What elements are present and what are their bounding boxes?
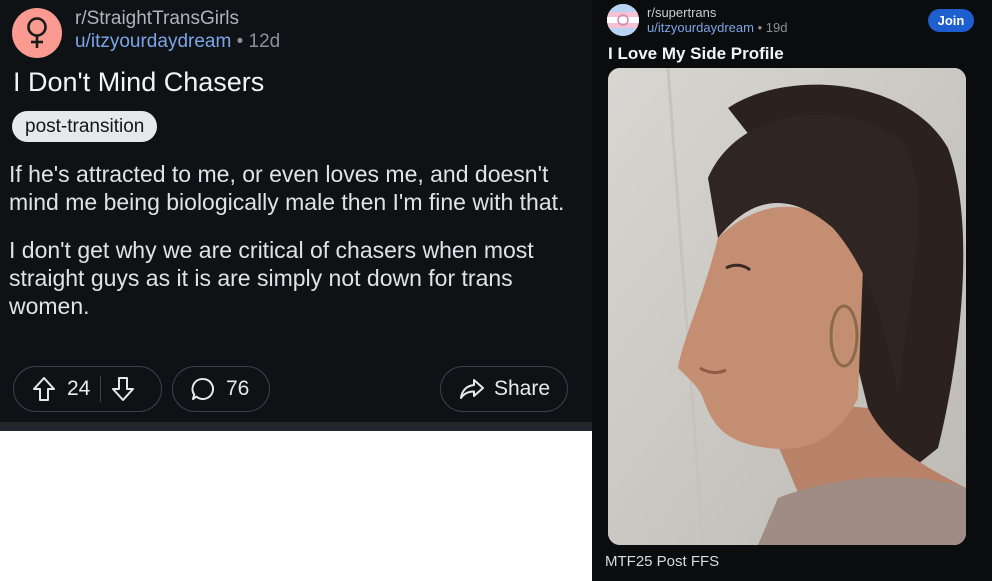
username-link[interactable]: u/itzyourdaydream	[75, 31, 231, 52]
post-age: 12d	[248, 31, 281, 52]
share-label: Share	[494, 377, 551, 400]
post-title[interactable]: I Don't Mind Chasers	[13, 67, 264, 98]
meta-separator: •	[236, 31, 244, 52]
downvote-icon[interactable]	[111, 376, 135, 402]
post-meta: u/itzyourdaydream • 19d	[647, 20, 787, 35]
comments-button[interactable]: 76	[172, 366, 270, 412]
female-symbol-icon	[27, 17, 47, 48]
post-meta: u/itzyourdaydream • 12d	[75, 31, 280, 53]
share-button[interactable]: Share	[440, 366, 568, 412]
post-age: 19d	[765, 20, 788, 35]
post-card-left[interactable]: r/StraightTransGirls u/itzyourdaydream •…	[0, 0, 592, 431]
subreddit-avatar[interactable]	[12, 8, 62, 58]
share-icon	[460, 379, 484, 399]
meta-separator: •	[757, 20, 763, 35]
username-link[interactable]: u/itzyourdaydream	[647, 20, 754, 35]
subreddit-name[interactable]: r/supertrans	[647, 5, 716, 20]
comment-icon	[191, 378, 214, 400]
body-paragraph: I don't get why we are critical of chase…	[9, 237, 534, 319]
post-title[interactable]: I Love My Side Profile	[608, 44, 784, 64]
subreddit-avatar[interactable]	[607, 4, 639, 36]
post-image[interactable]	[608, 68, 966, 545]
body-paragraph: If he's attracted to me, or even loves m…	[9, 161, 565, 215]
post-caption: MTF25 Post FFS	[605, 553, 720, 570]
blank-area	[0, 431, 592, 581]
comment-count: 76	[226, 377, 250, 400]
vote-divider	[100, 376, 102, 402]
side-profile-photo	[608, 68, 966, 545]
join-button[interactable]: Join	[928, 9, 974, 32]
post-flair[interactable]: post-transition	[12, 111, 158, 142]
upvote-count: 24	[67, 377, 91, 400]
subreddit-name[interactable]: r/StraightTransGirls	[75, 8, 239, 30]
post-card-right[interactable]: r/supertrans u/itzyourdaydream • 19d Joi…	[592, 0, 992, 581]
vote-bar: 24	[13, 366, 162, 412]
post-body: If he's attracted to me, or even loves m…	[9, 160, 584, 340]
card-divider	[0, 422, 592, 431]
trans-flag-icon	[607, 4, 639, 36]
upvote-icon[interactable]	[32, 376, 56, 402]
